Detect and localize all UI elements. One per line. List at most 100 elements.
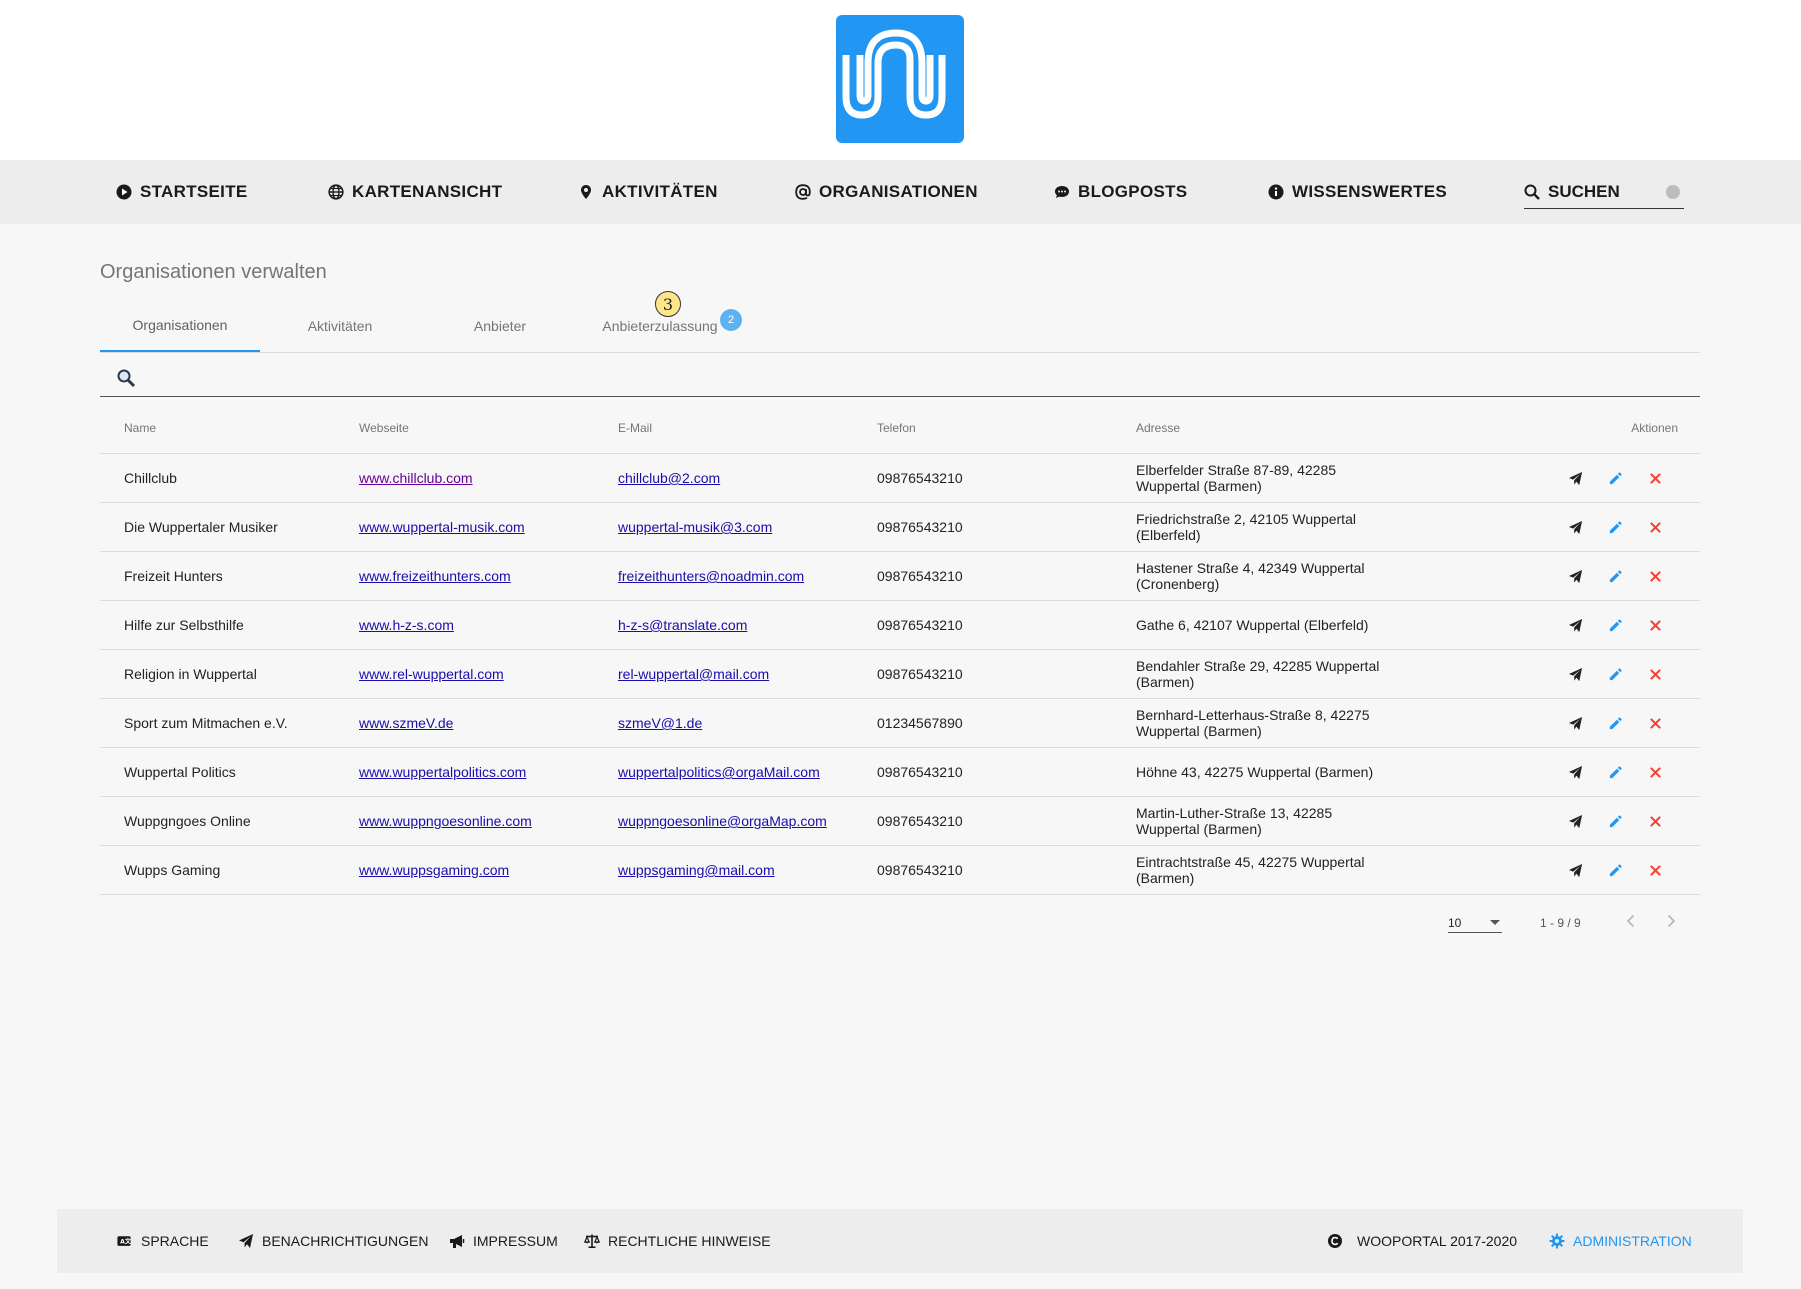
email-link[interactable]: freizeithunters@noadmin.com bbox=[618, 568, 804, 584]
cell-website: www.rel-wuppertal.com bbox=[359, 649, 618, 699]
website-link[interactable]: www.wuppertal-musik.com bbox=[359, 519, 525, 535]
table-row[interactable]: Religion in Wuppertal www.rel-wuppertal.c… bbox=[100, 649, 1700, 699]
cell-address: Bernhard-Letterhaus-Straße 8, 42275 Wuppe… bbox=[1136, 698, 1395, 748]
nav-item-startseite[interactable]: STARTSEITE bbox=[116, 160, 248, 224]
edit-pencil-icon[interactable] bbox=[1606, 763, 1624, 781]
send-icon[interactable] bbox=[1566, 567, 1584, 585]
email-link[interactable]: wuppertalpolitics@orgaMail.com bbox=[618, 764, 820, 780]
cell-phone: 09876543210 bbox=[877, 649, 1136, 699]
delete-x-icon[interactable] bbox=[1646, 714, 1664, 732]
send-icon[interactable] bbox=[1566, 665, 1584, 683]
tab-bar: Organisationen Aktivitäten Anbieter Anbi… bbox=[100, 300, 1700, 353]
send-icon[interactable] bbox=[1566, 861, 1584, 879]
send-icon[interactable] bbox=[1566, 812, 1584, 830]
edit-pencil-icon[interactable] bbox=[1606, 567, 1624, 585]
tab-label: Anbieter bbox=[473, 318, 527, 334]
website-link[interactable]: www.chillclub.com bbox=[359, 470, 473, 486]
edit-pencil-icon[interactable] bbox=[1606, 469, 1624, 487]
table-row[interactable]: Wuppertal Politics www.wuppertalpolitics.… bbox=[100, 747, 1700, 797]
send-icon[interactable] bbox=[1566, 763, 1584, 781]
edit-pencil-icon[interactable] bbox=[1606, 861, 1624, 879]
email-link[interactable]: wuppngoesonline@orgaMap.com bbox=[618, 813, 827, 829]
website-link[interactable]: www.wuppsgaming.com bbox=[359, 862, 509, 878]
tab-label: Anbieterzulassung bbox=[602, 318, 718, 334]
delete-x-icon[interactable] bbox=[1646, 469, 1664, 487]
website-link[interactable]: www.wuppertalpolitics.com bbox=[359, 764, 526, 780]
delete-x-icon[interactable] bbox=[1646, 616, 1664, 634]
column-header-telefon[interactable]: Telefon bbox=[877, 403, 1136, 454]
cell-name: Wupps Gaming bbox=[100, 845, 359, 895]
send-icon[interactable] bbox=[1566, 518, 1584, 536]
delete-x-icon[interactable] bbox=[1646, 763, 1664, 781]
address-line: (Cronenberg) bbox=[1136, 576, 1220, 592]
send-icon[interactable] bbox=[1566, 469, 1584, 487]
nav-item-wissenswertes[interactable]: WISSENSWERTES bbox=[1268, 160, 1447, 224]
email-link[interactable]: rel-wuppertal@mail.com bbox=[618, 666, 769, 682]
cell-email: wuppsgaming@mail.com bbox=[618, 845, 877, 895]
tab-organisationen[interactable]: Organisationen bbox=[100, 300, 260, 352]
column-header-email[interactable]: E-Mail bbox=[618, 403, 877, 454]
website-link[interactable]: www.rel-wuppertal.com bbox=[359, 666, 504, 682]
edit-pencil-icon[interactable] bbox=[1606, 665, 1624, 683]
cell-actions bbox=[1395, 796, 1700, 846]
address-line: Gathe 6, 42107 Wuppertal (Elberfeld) bbox=[1136, 617, 1369, 633]
table-row[interactable]: Wupps Gaming www.wuppsgaming.com wuppsgami… bbox=[100, 845, 1700, 895]
next-page-button[interactable] bbox=[1660, 910, 1682, 932]
nav-item-blogposts[interactable]: BLOGPOSTS bbox=[1054, 160, 1187, 224]
column-header-adresse[interactable]: Adresse bbox=[1136, 403, 1395, 454]
table-row[interactable]: Die Wuppertaler Musiker www.wuppertal-mus… bbox=[100, 502, 1700, 552]
cell-address: Bendahler Straße 29, 42285 Wuppertal (Bar… bbox=[1136, 649, 1395, 699]
cell-email: chillclub@2.com bbox=[618, 453, 877, 503]
footer-item-rechtliche-hinweise[interactable]: RECHTLICHE HINWEISE bbox=[584, 1209, 771, 1273]
edit-pencil-icon[interactable] bbox=[1606, 812, 1624, 830]
email-link[interactable]: wuppsgaming@mail.com bbox=[618, 862, 775, 878]
email-link[interactable]: chillclub@2.com bbox=[618, 470, 720, 486]
table-row[interactable]: Chillclub www.chillclub.com chillclub@2.co… bbox=[100, 453, 1700, 503]
tab-count-badge: 2 bbox=[720, 309, 742, 331]
wooportal-logo-icon[interactable] bbox=[836, 15, 964, 143]
search-go-icon[interactable] bbox=[1666, 185, 1680, 199]
email-link[interactable]: wuppertal-musik@3.com bbox=[618, 519, 772, 535]
header bbox=[0, 0, 1801, 160]
delete-x-icon[interactable] bbox=[1646, 812, 1664, 830]
delete-x-icon[interactable] bbox=[1646, 518, 1664, 536]
nav-item-kartenansicht[interactable]: KARTENANSICHT bbox=[328, 160, 502, 224]
edit-pencil-icon[interactable] bbox=[1606, 714, 1624, 732]
send-icon[interactable] bbox=[1566, 616, 1584, 634]
email-link[interactable]: szmeV@1.de bbox=[618, 715, 702, 731]
edit-pencil-icon[interactable] bbox=[1606, 518, 1624, 536]
edit-pencil-icon[interactable] bbox=[1606, 616, 1624, 634]
website-link[interactable]: www.szmeV.de bbox=[359, 715, 453, 731]
nav-search-field[interactable]: SUCHEN bbox=[1524, 176, 1684, 209]
website-link[interactable]: www.wuppngoesonline.com bbox=[359, 813, 532, 829]
address-line: Bernhard-Letterhaus-Straße 8, 42275 bbox=[1136, 707, 1370, 723]
footer-item-impressum[interactable]: IMPRESSUM bbox=[449, 1209, 558, 1273]
tab-aktivitaeten[interactable]: Aktivitäten bbox=[260, 300, 420, 352]
nav-item-aktivitaeten[interactable]: AKTIVITÄTEN bbox=[578, 160, 718, 224]
column-header-webseite[interactable]: Webseite bbox=[359, 403, 618, 454]
website-link[interactable]: www.freizeithunters.com bbox=[359, 568, 511, 584]
nav-label: BLOGPOSTS bbox=[1078, 182, 1188, 201]
send-icon[interactable] bbox=[1566, 714, 1584, 732]
column-header-name[interactable]: Name bbox=[100, 403, 359, 454]
delete-x-icon[interactable] bbox=[1646, 665, 1664, 683]
footer-label: SPRACHE bbox=[141, 1233, 209, 1249]
website-link[interactable]: www.h-z-s.com bbox=[359, 617, 454, 633]
globe-icon bbox=[328, 184, 344, 200]
previous-page-button[interactable] bbox=[1620, 910, 1642, 932]
table-row[interactable]: Wuppgngoes Online www.wuppngoesonline.com… bbox=[100, 796, 1700, 846]
delete-x-icon[interactable] bbox=[1646, 567, 1664, 585]
table-row[interactable]: Sport zum Mitmachen e.V. www.szmeV.de szme… bbox=[100, 698, 1700, 748]
footer-item-benachrichtigungen[interactable]: BENACHRICHTIGUNGEN bbox=[238, 1209, 428, 1273]
table-row[interactable]: Hilfe zur Selbsthilfe www.h-z-s.com h-z-s@… bbox=[100, 600, 1700, 650]
filter-input[interactable] bbox=[146, 366, 1690, 392]
footer-item-administration[interactable]: ADMINISTRATION bbox=[1549, 1209, 1692, 1273]
delete-x-icon[interactable] bbox=[1646, 861, 1664, 879]
email-link[interactable]: h-z-s@translate.com bbox=[618, 617, 747, 633]
table-row[interactable]: Freizeit Hunters www.freizeithunters.com f… bbox=[100, 551, 1700, 601]
page-size-select[interactable]: 10 bbox=[1448, 908, 1502, 933]
footer-label: IMPRESSUM bbox=[473, 1233, 558, 1249]
footer-item-sprache[interactable]: A文 SPRACHE bbox=[115, 1209, 209, 1273]
tab-anbieter[interactable]: Anbieter bbox=[420, 300, 580, 352]
nav-item-organisationen[interactable]: ORGANISATIONEN bbox=[795, 160, 978, 224]
